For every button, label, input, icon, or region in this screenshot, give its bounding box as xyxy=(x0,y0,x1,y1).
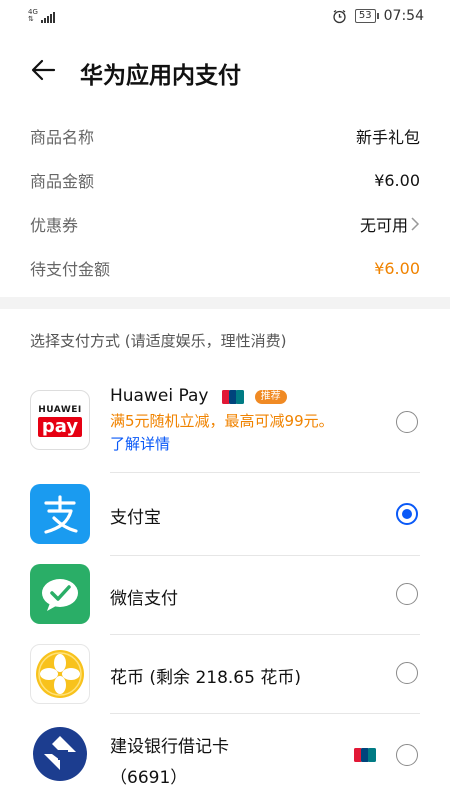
wechat-pay-name: 微信支付 xyxy=(110,589,178,609)
network-type: 4G ⇅ xyxy=(28,8,38,23)
learn-more-link[interactable]: 了解详情 xyxy=(110,433,334,454)
coupon-selector[interactable]: 无可用 xyxy=(360,212,420,236)
payment-method-alipay[interactable]: 支付宝 xyxy=(0,473,450,555)
amount-row: 商品金额 ¥6.00 xyxy=(30,158,420,202)
coupon-value: 无可用 xyxy=(359,216,408,235)
header: 华为应用内支付 xyxy=(0,34,450,106)
ccb-debit-radio[interactable] xyxy=(396,744,418,766)
huawei-pay-logo: HUAWEI pay xyxy=(30,390,90,450)
signal-icon xyxy=(40,11,55,23)
wechat-pay-icon xyxy=(42,579,78,611)
huawei-pay-radio[interactable] xyxy=(396,411,418,433)
unionpay-icon xyxy=(221,389,244,404)
payment-method-huawei-coins[interactable]: 花币 (剩余 218.65 花币) xyxy=(0,635,450,713)
coin-icon xyxy=(36,650,84,698)
amount-label: 商品金额 xyxy=(30,172,95,191)
alipay-name: 支付宝 xyxy=(110,508,161,528)
huawei-coins-logo xyxy=(30,644,90,704)
wechat-pay-radio[interactable] xyxy=(396,583,418,605)
payment-section-title: 选择支付方式 (请适度娱乐，理性消费) xyxy=(30,332,287,350)
alarm-icon xyxy=(333,9,346,23)
unionpay-icon xyxy=(354,748,376,762)
status-bar: 4G ⇅ 53 07:54 xyxy=(0,0,450,34)
ccb-card-name: 建设银行借记卡 xyxy=(110,737,229,757)
battery-icon: 53 xyxy=(354,9,379,23)
payable-value: ¥6.00 xyxy=(374,258,420,278)
ccb-card-number: （6691） xyxy=(110,768,188,788)
alipay-icon xyxy=(44,495,78,534)
product-name-value: 新手礼包 xyxy=(355,128,420,147)
amount-value: ¥6.00 xyxy=(374,170,420,190)
alipay-logo xyxy=(30,484,90,544)
payment-method-huawei-pay[interactable]: HUAWEI pay Huawei Pay 推荐 满5元随机立减，最高可减99元… xyxy=(0,374,450,472)
huawei-pay-name: Huawei Pay xyxy=(110,386,209,406)
payable-label: 待支付金额 xyxy=(30,260,111,279)
payment-method-ccb-debit[interactable]: 建设银行借记卡 （6691） xyxy=(0,714,450,800)
huawei-pay-promo: 满5元随机立减，最高可减99元。 xyxy=(110,412,334,430)
ccb-bank-icon xyxy=(33,727,87,781)
clock: 07:54 xyxy=(383,8,424,24)
page-title: 华为应用内支付 xyxy=(80,63,241,89)
chevron-right-icon xyxy=(411,217,420,231)
payable-row: 待支付金额 ¥6.00 xyxy=(30,246,420,290)
wechat-pay-logo xyxy=(30,564,90,624)
alipay-radio-selected[interactable] xyxy=(396,503,418,525)
coupon-label: 优惠券 xyxy=(30,216,79,235)
coupon-row[interactable]: 优惠券 无可用 xyxy=(30,202,420,246)
section-divider xyxy=(0,297,450,309)
ccb-logo xyxy=(30,724,90,784)
signal-indicator: 4G ⇅ xyxy=(28,9,55,23)
payment-method-wechat-pay[interactable]: 微信支付 xyxy=(0,556,450,634)
recommended-tag: 推荐 xyxy=(254,389,287,404)
huawei-coins-name: 花币 (剩余 218.65 花币) xyxy=(110,668,301,688)
product-name-label: 商品名称 xyxy=(30,128,95,147)
huawei-coins-radio[interactable] xyxy=(396,662,418,684)
product-name-row: 商品名称 新手礼包 xyxy=(30,114,420,158)
back-arrow-icon[interactable] xyxy=(28,54,60,86)
